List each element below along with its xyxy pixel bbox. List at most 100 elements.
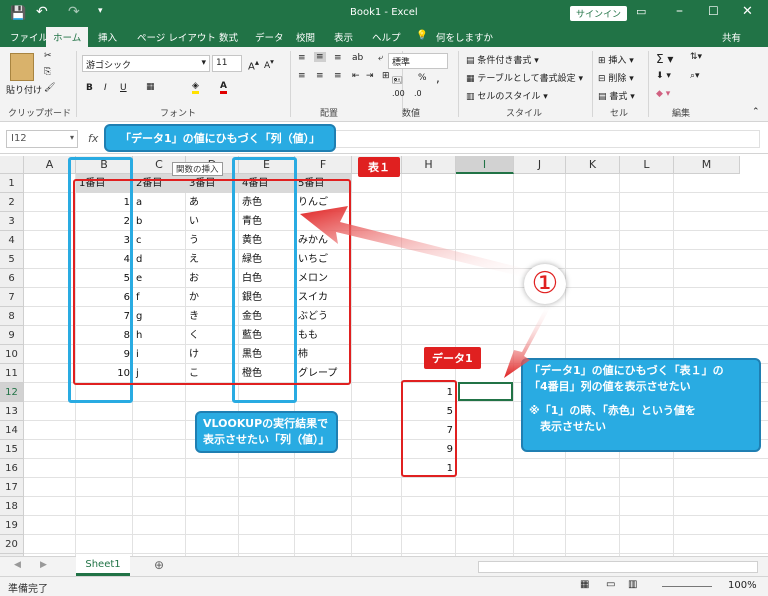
row-header-6[interactable]: 6: [0, 269, 24, 288]
border-icon[interactable]: ▦: [146, 82, 155, 92]
tab-help[interactable]: ヘルプ: [372, 30, 401, 44]
selected-cell-I12[interactable]: [458, 382, 513, 401]
orientation-icon[interactable]: ab: [352, 53, 363, 63]
font-name-select[interactable]: 游ゴシック ▾: [82, 55, 210, 72]
sheet-tab-sheet1[interactable]: Sheet1: [76, 556, 130, 576]
format-cells-button[interactable]: ▤ 書式 ▾: [598, 89, 635, 102]
decrease-decimal-icon[interactable]: .0: [414, 89, 422, 98]
fill-icon[interactable]: ⬇ ▾: [656, 71, 671, 81]
clear-icon[interactable]: ◆ ▾: [656, 89, 670, 99]
autosum-icon[interactable]: Σ ▾: [656, 52, 673, 66]
grow-font-icon[interactable]: A▴: [248, 57, 259, 72]
save-icon[interactable]: 💾: [10, 6, 26, 21]
row-header-5[interactable]: 5: [0, 250, 24, 269]
cell-styles-button[interactable]: ▥ セルのスタイル ▾: [466, 89, 548, 102]
row-header-3[interactable]: 3: [0, 212, 24, 231]
column-header-k[interactable]: K: [566, 156, 620, 174]
bold-icon[interactable]: B: [86, 83, 93, 93]
row-header-18[interactable]: 18: [0, 497, 24, 516]
tab-formulas[interactable]: 数式: [219, 30, 238, 44]
ribbon-options-icon[interactable]: ▭: [636, 5, 646, 18]
horizontal-scrollbar[interactable]: [478, 561, 758, 573]
select-all-corner[interactable]: [0, 156, 24, 174]
tab-review[interactable]: 校閲: [296, 30, 315, 44]
shrink-font-icon[interactable]: A▾: [264, 57, 274, 71]
column-header-l[interactable]: L: [620, 156, 674, 174]
tab-file[interactable]: ファイル: [10, 30, 48, 44]
copy-icon[interactable]: ⎘: [44, 67, 51, 77]
sort-filter-icon[interactable]: ⇅▾: [690, 52, 702, 62]
column-header-f[interactable]: F: [295, 156, 352, 174]
cut-icon[interactable]: ✂: [44, 51, 52, 61]
scroll-left-icon[interactable]: ◀: [14, 560, 21, 570]
paste-button[interactable]: 貼り付け: [6, 83, 42, 96]
paste-icon[interactable]: [10, 53, 34, 81]
zoom-slider[interactable]: [662, 586, 712, 587]
indent-increase-icon[interactable]: ⇥: [366, 71, 374, 81]
percent-icon[interactable]: %: [418, 73, 427, 83]
number-format-select[interactable]: 標準: [388, 53, 448, 69]
wrap-text-icon[interactable]: ⤶: [378, 53, 383, 63]
row-header-20[interactable]: 20: [0, 535, 24, 554]
delete-cells-button[interactable]: ⊟ 削除 ▾: [598, 71, 634, 84]
row-header-4[interactable]: 4: [0, 231, 24, 250]
row-header-17[interactable]: 17: [0, 478, 24, 497]
row-header-1[interactable]: 1: [0, 174, 24, 193]
underline-icon[interactable]: U: [120, 83, 127, 93]
row-header-13[interactable]: 13: [0, 402, 24, 421]
align-bottom-icon[interactable]: ≡: [334, 53, 342, 63]
format-as-table-button[interactable]: ▦ テーブルとして書式設定 ▾: [466, 71, 583, 84]
tab-view[interactable]: 表示: [334, 30, 353, 44]
font-size-select[interactable]: 11: [212, 55, 242, 72]
tab-insert[interactable]: 挿入: [98, 30, 117, 44]
name-box[interactable]: I12 ▾: [6, 130, 78, 148]
scroll-right-icon[interactable]: ▶: [40, 560, 47, 570]
align-middle-icon[interactable]: ≡: [314, 52, 326, 62]
indent-decrease-icon[interactable]: ⇤: [352, 71, 360, 81]
tell-me-search[interactable]: 何をしますか: [436, 30, 493, 44]
tab-data[interactable]: データ: [255, 30, 284, 44]
currency-icon[interactable]: 🖭: [392, 73, 403, 89]
font-color-icon[interactable]: A: [220, 81, 227, 94]
close-icon[interactable]: ✕: [742, 4, 753, 19]
collapse-ribbon-icon[interactable]: ⌃: [752, 107, 760, 117]
row-header-19[interactable]: 19: [0, 516, 24, 535]
column-header-j[interactable]: J: [514, 156, 566, 174]
find-select-icon[interactable]: ⌕▾: [690, 71, 700, 81]
row-header-14[interactable]: 14: [0, 421, 24, 440]
italic-icon[interactable]: I: [104, 83, 107, 93]
tab-home[interactable]: ホーム: [46, 27, 89, 47]
share-button[interactable]: 共有: [722, 30, 741, 44]
row-header-10[interactable]: 10: [0, 345, 24, 364]
add-sheet-icon[interactable]: ⊕: [154, 558, 164, 572]
row-header-8[interactable]: 8: [0, 307, 24, 326]
zoom-level[interactable]: 100%: [728, 580, 757, 591]
customize-qat-icon[interactable]: ▾: [98, 6, 103, 16]
row-header-9[interactable]: 9: [0, 326, 24, 345]
undo-icon[interactable]: ↶: [36, 4, 48, 20]
normal-view-icon[interactable]: ▦: [580, 579, 589, 590]
row-header-11[interactable]: 11: [0, 364, 24, 383]
merge-center-icon[interactable]: ⊞: [382, 71, 390, 81]
align-top-icon[interactable]: ≡: [298, 53, 306, 63]
minimize-icon[interactable]: –: [676, 3, 683, 19]
tab-page-layout[interactable]: ページ レイアウト: [137, 30, 216, 44]
column-header-m[interactable]: M: [674, 156, 740, 174]
page-layout-view-icon[interactable]: ▭: [606, 579, 615, 590]
format-painter-icon[interactable]: 🖌: [44, 83, 55, 93]
align-left-icon[interactable]: ≡: [298, 71, 306, 81]
row-header-16[interactable]: 16: [0, 459, 24, 478]
row-header-2[interactable]: 2: [0, 193, 24, 212]
column-header-i[interactable]: I: [456, 156, 514, 174]
fill-color-icon[interactable]: ◈: [192, 81, 199, 94]
column-header-h[interactable]: H: [402, 156, 456, 174]
redo-icon[interactable]: ↷: [68, 4, 80, 20]
maximize-icon[interactable]: ☐: [708, 4, 719, 18]
row-header-7[interactable]: 7: [0, 288, 24, 307]
page-break-view-icon[interactable]: ▥: [628, 579, 637, 590]
row-header-15[interactable]: 15: [0, 440, 24, 459]
comma-icon[interactable]: ,: [436, 71, 440, 85]
conditional-format-button[interactable]: ▤ 条件付き書式 ▾: [466, 53, 539, 66]
signin-button[interactable]: サインイン: [570, 6, 628, 21]
row-header-12[interactable]: 12: [0, 383, 24, 402]
